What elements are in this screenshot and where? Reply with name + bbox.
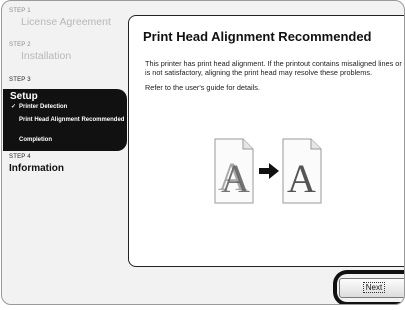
description-paragraph: This printer has print head alignment. I…	[145, 59, 402, 77]
substep-printer-detection: ✓ Printer Detection	[11, 104, 68, 110]
step-1-label: STEP 1	[9, 8, 31, 14]
content-panel: Print Head Alignment Recommended This pr…	[128, 15, 404, 267]
description: This printer has print head alignment. I…	[145, 59, 403, 92]
steps-sidebar: STEP 1 License Agreement STEP 2 Installa…	[2, 1, 127, 304]
alignment-illustration: A A A	[214, 138, 322, 204]
page-title: Print Head Alignment Recommended	[143, 29, 372, 44]
installer-window: STEP 1 License Agreement STEP 2 Installa…	[1, 0, 405, 305]
step-3-label: STEP 3	[9, 77, 31, 83]
next-button[interactable]: Next	[339, 278, 404, 298]
step-1-title: License Agreement	[21, 16, 111, 28]
step-2-label: STEP 2	[9, 42, 31, 48]
arrow-right-icon	[259, 163, 279, 179]
before-letter-shadow: A	[218, 154, 247, 199]
substep-print-head-alignment: Print Head Alignment Recommended	[19, 117, 125, 123]
check-icon: ✓	[11, 104, 17, 110]
step-2-title: Installation	[21, 50, 72, 62]
guide-reference: Refer to the user's guide for details.	[145, 83, 260, 92]
active-step-block: Setup ✓ Printer Detection Print Head Alig…	[3, 89, 127, 151]
step-4-label: STEP 4	[9, 154, 31, 160]
substep-completion: Completion	[19, 137, 52, 143]
step-3-title: Setup	[10, 91, 38, 102]
aligned-page-icon: A	[282, 138, 322, 204]
step-4-title: Information	[9, 163, 64, 174]
misaligned-page-icon: A A	[214, 138, 254, 204]
after-letter: A	[287, 156, 316, 201]
